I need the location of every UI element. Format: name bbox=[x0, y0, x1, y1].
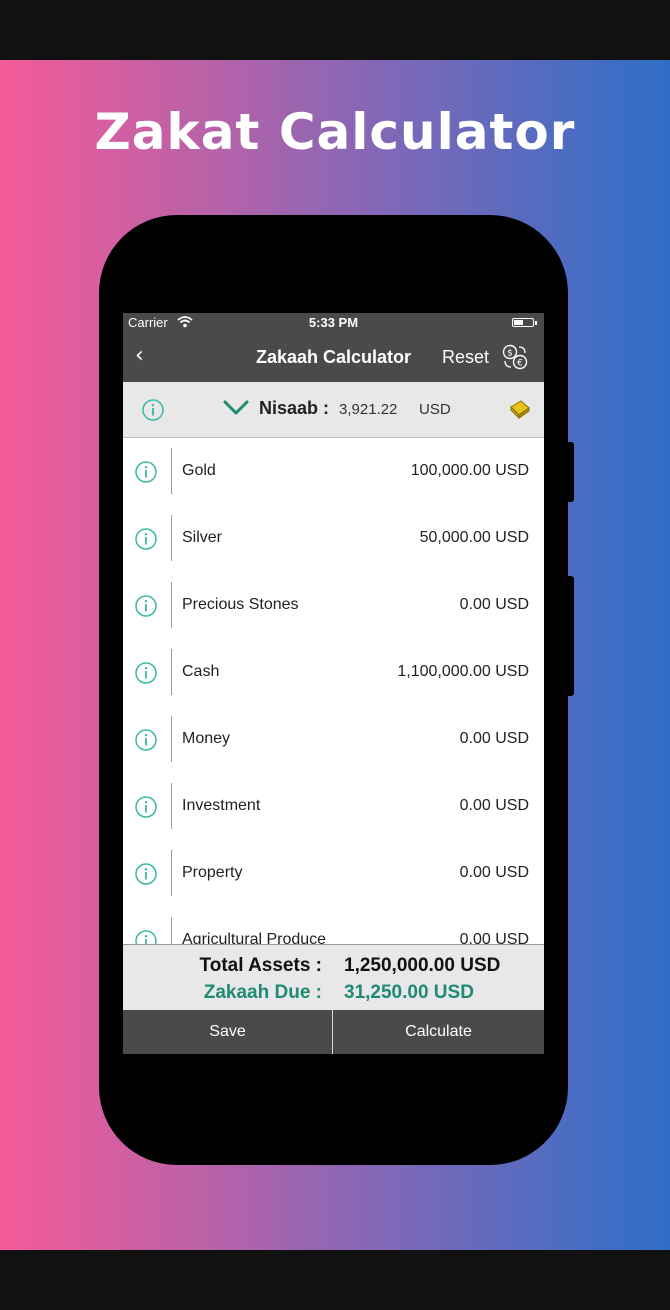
top-band bbox=[0, 0, 670, 60]
phone-side-button bbox=[568, 576, 574, 696]
asset-row-gold[interactable]: Gold 100,000.00 USD bbox=[123, 438, 544, 505]
asset-label: Cash bbox=[182, 663, 220, 680]
nisaab-value: 3,921.22 bbox=[339, 401, 398, 418]
chevron-down-icon[interactable] bbox=[223, 400, 249, 420]
info-icon[interactable] bbox=[134, 594, 158, 622]
svg-text:$: $ bbox=[507, 349, 513, 359]
info-icon[interactable] bbox=[134, 661, 158, 689]
asset-value[interactable]: 0.00 USD bbox=[460, 596, 529, 614]
battery-icon bbox=[512, 318, 537, 327]
asset-label: Property bbox=[182, 864, 243, 881]
promo-title: Zakat Calculator bbox=[94, 103, 576, 161]
app-screen: Carrier 5:33 PM ‹ Zakaah Calculator Rese… bbox=[123, 313, 544, 1054]
asset-label: Gold bbox=[182, 462, 216, 479]
total-assets-label: Total Assets : bbox=[199, 955, 322, 976]
totals-panel: Total Assets : 1,250,000.00 USD Zakaah D… bbox=[123, 944, 544, 1011]
row-divider bbox=[171, 582, 172, 628]
info-icon[interactable] bbox=[134, 929, 158, 944]
bottom-band bbox=[0, 1250, 670, 1310]
asset-label: Silver bbox=[182, 529, 223, 546]
row-divider bbox=[171, 716, 172, 762]
asset-label: Agricultural Produce bbox=[182, 931, 327, 944]
calculate-button[interactable]: Calculate bbox=[333, 1010, 544, 1054]
asset-list[interactable]: Gold 100,000.00 USD Silver 50,000.00 USD… bbox=[123, 438, 544, 944]
asset-row-agricultural-produce[interactable]: Agricultural Produce 0.00 USD bbox=[123, 907, 544, 944]
clock: 5:33 PM bbox=[308, 315, 359, 330]
info-icon[interactable] bbox=[134, 728, 158, 756]
zakaah-due-label: Zakaah Due : bbox=[203, 982, 322, 1003]
info-icon[interactable] bbox=[141, 398, 165, 426]
info-icon[interactable] bbox=[134, 527, 158, 555]
asset-label: Precious Stones bbox=[182, 596, 299, 613]
asset-row-precious-stones[interactable]: Precious Stones 0.00 USD bbox=[123, 572, 544, 639]
asset-value[interactable]: 1,100,000.00 USD bbox=[397, 663, 529, 681]
asset-value[interactable]: 0.00 USD bbox=[460, 797, 529, 815]
asset-value[interactable]: 0.00 USD bbox=[460, 864, 529, 882]
zakaah-due-value: 31,250.00 USD bbox=[344, 982, 474, 1003]
asset-row-cash[interactable]: Cash 1,100,000.00 USD bbox=[123, 639, 544, 706]
asset-label: Investment bbox=[182, 797, 261, 814]
row-divider bbox=[171, 783, 172, 829]
nav-bar: ‹ Zakaah Calculator Reset $ € bbox=[123, 333, 544, 382]
status-bar: Carrier 5:33 PM bbox=[123, 313, 544, 333]
info-icon[interactable] bbox=[134, 460, 158, 488]
row-divider bbox=[171, 515, 172, 561]
action-bar: Save Calculate bbox=[123, 1010, 544, 1054]
save-button[interactable]: Save bbox=[123, 1010, 332, 1054]
currency-exchange-icon[interactable]: $ € bbox=[501, 343, 529, 371]
gold-bar-icon[interactable] bbox=[509, 399, 531, 423]
svg-text:€: € bbox=[517, 359, 523, 369]
asset-row-silver[interactable]: Silver 50,000.00 USD bbox=[123, 505, 544, 572]
row-divider bbox=[171, 448, 172, 494]
asset-value[interactable]: 50,000.00 USD bbox=[420, 529, 529, 547]
info-icon[interactable] bbox=[134, 862, 158, 890]
phone-side-button bbox=[568, 442, 574, 502]
asset-value[interactable]: 0.00 USD bbox=[460, 730, 529, 748]
info-icon[interactable] bbox=[134, 795, 158, 823]
row-divider bbox=[171, 850, 172, 896]
asset-label: Money bbox=[182, 730, 231, 747]
asset-row-property[interactable]: Property 0.00 USD bbox=[123, 840, 544, 907]
asset-value[interactable]: 100,000.00 USD bbox=[411, 462, 529, 480]
nisaab-unit: USD bbox=[419, 401, 451, 418]
total-assets-value: 1,250,000.00 USD bbox=[344, 955, 501, 976]
reset-button[interactable]: Reset bbox=[442, 347, 489, 368]
asset-row-investment[interactable]: Investment 0.00 USD bbox=[123, 773, 544, 840]
row-divider bbox=[171, 917, 172, 944]
nisaab-label: Nisaab : bbox=[259, 398, 330, 418]
row-divider bbox=[171, 649, 172, 695]
asset-row-money[interactable]: Money 0.00 USD bbox=[123, 706, 544, 773]
nisaab-bar[interactable]: Nisaab : 3,921.22 USD bbox=[123, 382, 544, 438]
asset-value[interactable]: 0.00 USD bbox=[460, 931, 529, 944]
